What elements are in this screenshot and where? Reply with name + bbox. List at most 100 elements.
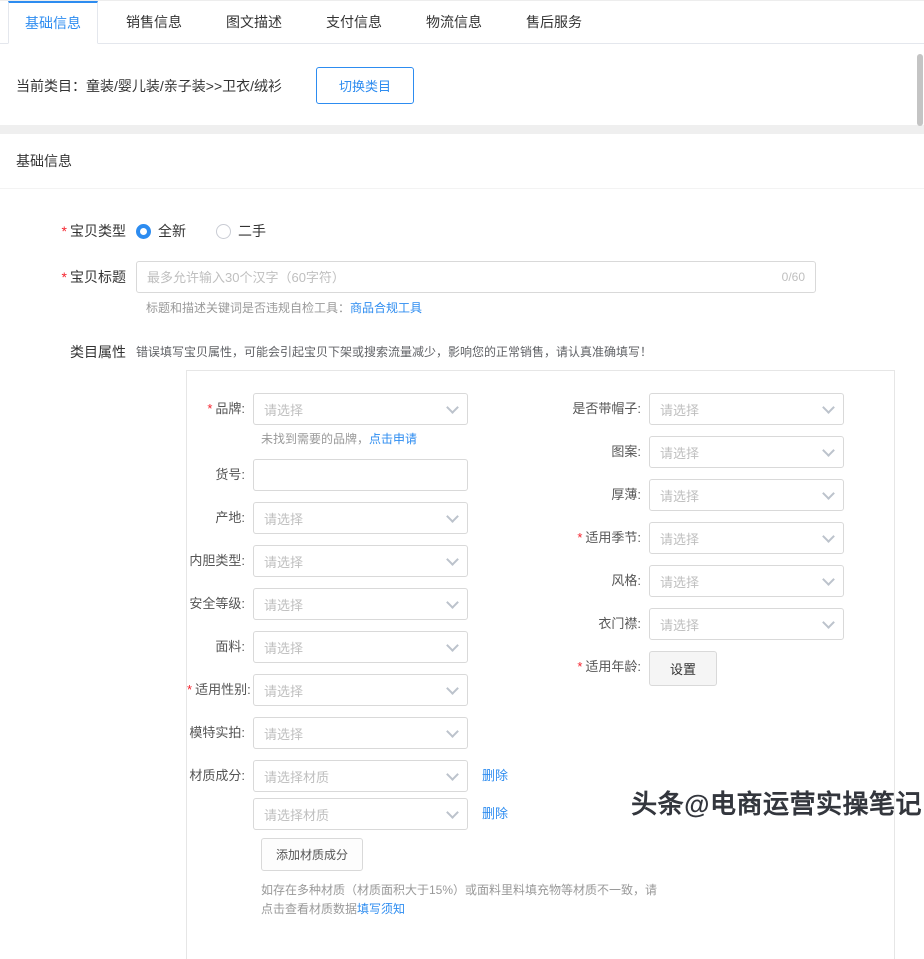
scrollbar-thumb[interactable] — [917, 54, 923, 126]
origin-select[interactable]: 请选择 — [253, 502, 468, 534]
pattern-label: 图案: — [559, 436, 649, 468]
radio-used-label: 二手 — [238, 221, 266, 241]
radio-selected-icon — [136, 224, 151, 239]
model-photo-select[interactable]: 请选择 — [253, 717, 468, 749]
item-title-label: 宝贝标题 — [0, 261, 136, 293]
tab-payment-info[interactable]: 支付信息 — [310, 1, 398, 43]
material-select-2[interactable]: 请选择材质 — [253, 798, 468, 830]
brand-label: 品牌: — [187, 393, 253, 425]
gender-select[interactable]: 请选择 — [253, 674, 468, 706]
chevron-down-icon — [446, 806, 459, 819]
material-delete-link-1[interactable]: 删除 — [482, 760, 508, 792]
safety-level-select[interactable]: 请选择 — [253, 588, 468, 620]
age-row: 适用年龄: 设置 — [559, 651, 894, 686]
chevron-down-icon — [822, 444, 835, 457]
chevron-down-icon — [446, 510, 459, 523]
compliance-tool-link[interactable]: 商品合规工具 — [350, 301, 422, 315]
material-delete-link-2[interactable]: 删除 — [482, 798, 508, 830]
item-no-label: 货号: — [187, 459, 253, 491]
add-material-button[interactable]: 添加材质成分 — [261, 838, 363, 871]
switch-category-button[interactable]: 切换类目 — [316, 67, 414, 104]
chevron-down-icon — [446, 553, 459, 566]
title-helper-text: 标题和描述关键词是否违规自检工具： — [146, 301, 350, 315]
item-title-input[interactable] — [137, 270, 782, 285]
material-note-line-1: 如存在多种材质（材质面积大于15%）或面料里料填充物等材质不一致，请 — [261, 881, 559, 900]
gender-label: 适用性别: — [187, 674, 253, 706]
hood-row: 是否带帽子: 请选择 — [559, 393, 894, 425]
placket-row: 衣门襟: 请选择 — [559, 608, 894, 640]
hood-label: 是否带帽子: — [559, 393, 649, 425]
item-type-radio-group: 全新 二手 — [136, 215, 296, 247]
category-attrs-warning: 错误填写宝贝属性，可能会引起宝贝下架或搜索流量减少，影响您的正常销售，请认真准确… — [136, 336, 652, 368]
basic-info-form: 宝贝类型 全新 二手 宝贝标题 0/60 标题和描述关键词是否违规自检工具：商品… — [0, 189, 924, 959]
current-category-path: 童装/婴儿装/亲子装>>卫衣/绒衫 — [86, 76, 282, 96]
style-row: 风格: 请选择 — [559, 565, 894, 597]
current-category-label: 当前类目： — [16, 76, 86, 96]
brand-helper-text: 未找到需要的品牌， — [261, 432, 369, 446]
chevron-down-icon — [446, 639, 459, 652]
chevron-down-icon — [446, 725, 459, 738]
material-label-spacer — [187, 798, 253, 830]
section-divider — [0, 125, 924, 134]
material-note-text: 点击查看材质数据 — [261, 902, 357, 916]
chevron-down-icon — [446, 401, 459, 414]
season-select[interactable]: 请选择 — [649, 522, 844, 554]
item-type-label: 宝贝类型 — [0, 215, 136, 247]
age-set-button[interactable]: 设置 — [649, 651, 717, 686]
liner-type-select[interactable]: 请选择 — [253, 545, 468, 577]
fabric-label: 面料: — [187, 631, 253, 663]
attributes-column-left: 品牌: 请选择 未找到需要的品牌，点击申请 货号: 产地: 请选择 — [187, 393, 559, 919]
radio-used[interactable]: 二手 — [216, 221, 266, 241]
attributes-column-right: 是否带帽子: 请选择 图案: 请选择 厚薄: 请选择 — [559, 393, 894, 919]
pattern-row: 图案: 请选择 — [559, 436, 894, 468]
tab-basic-info[interactable]: 基础信息 — [8, 1, 98, 44]
material-label: 材质成分: — [187, 760, 253, 792]
material-row-2: 请选择材质 删除 — [187, 798, 559, 830]
category-attrs-row: 类目属性 错误填写宝贝属性，可能会引起宝贝下架或搜索流量减少，影响您的正常销售，… — [0, 336, 924, 368]
material-select-1[interactable]: 请选择材质 — [253, 760, 468, 792]
season-row: 适用季节: 请选择 — [559, 522, 894, 554]
section-title: 基础信息 — [0, 134, 924, 189]
item-no-input[interactable] — [253, 459, 468, 491]
chevron-down-icon — [446, 596, 459, 609]
radio-unselected-icon — [216, 224, 231, 239]
hood-select[interactable]: 请选择 — [649, 393, 844, 425]
model-photo-row: 模特实拍: 请选择 — [187, 717, 559, 749]
safety-level-row: 安全等级: 请选择 — [187, 588, 559, 620]
chevron-down-icon — [446, 768, 459, 781]
brand-helper-line: 未找到需要的品牌，点击申请 — [261, 430, 559, 447]
tab-description[interactable]: 图文描述 — [210, 1, 298, 43]
apply-brand-link[interactable]: 点击申请 — [369, 432, 417, 446]
tab-sales-info[interactable]: 销售信息 — [110, 1, 198, 43]
style-select[interactable]: 请选择 — [649, 565, 844, 597]
style-label: 风格: — [559, 565, 649, 597]
chevron-down-icon — [822, 573, 835, 586]
tab-after-sales[interactable]: 售后服务 — [510, 1, 598, 43]
item-type-row: 宝贝类型 全新 二手 — [0, 215, 924, 247]
attributes-panel: 品牌: 请选择 未找到需要的品牌，点击申请 货号: 产地: 请选择 — [186, 370, 895, 959]
material-note-line-2: 点击查看材质数据填写须知 — [261, 900, 559, 919]
radio-new[interactable]: 全新 — [136, 221, 186, 241]
fabric-select[interactable]: 请选择 — [253, 631, 468, 663]
category-attrs-label: 类目属性 — [0, 336, 136, 368]
tab-logistics-info[interactable]: 物流信息 — [410, 1, 498, 43]
material-guide-link[interactable]: 填写须知 — [357, 902, 405, 916]
placket-select[interactable]: 请选择 — [649, 608, 844, 640]
liner-type-row: 内胆类型: 请选择 — [187, 545, 559, 577]
model-photo-label: 模特实拍: — [187, 717, 253, 749]
thickness-select[interactable]: 请选择 — [649, 479, 844, 511]
brand-select[interactable]: 请选择 — [253, 393, 468, 425]
title-helper-line: 标题和描述关键词是否违规自检工具：商品合规工具 — [146, 299, 924, 316]
chevron-down-icon — [822, 530, 835, 543]
gender-row: 适用性别: 请选择 — [187, 674, 559, 706]
current-category-bar: 当前类目： 童装/婴儿装/亲子装>>卫衣/绒衫 切换类目 — [0, 44, 924, 125]
chevron-down-icon — [446, 682, 459, 695]
safety-level-label: 安全等级: — [187, 588, 253, 620]
placket-label: 衣门襟: — [559, 608, 649, 640]
origin-label: 产地: — [187, 502, 253, 534]
season-label: 适用季节: — [559, 522, 649, 554]
age-label: 适用年龄: — [559, 651, 649, 686]
chevron-down-icon — [822, 401, 835, 414]
pattern-select[interactable]: 请选择 — [649, 436, 844, 468]
item-no-row: 货号: — [187, 459, 559, 491]
